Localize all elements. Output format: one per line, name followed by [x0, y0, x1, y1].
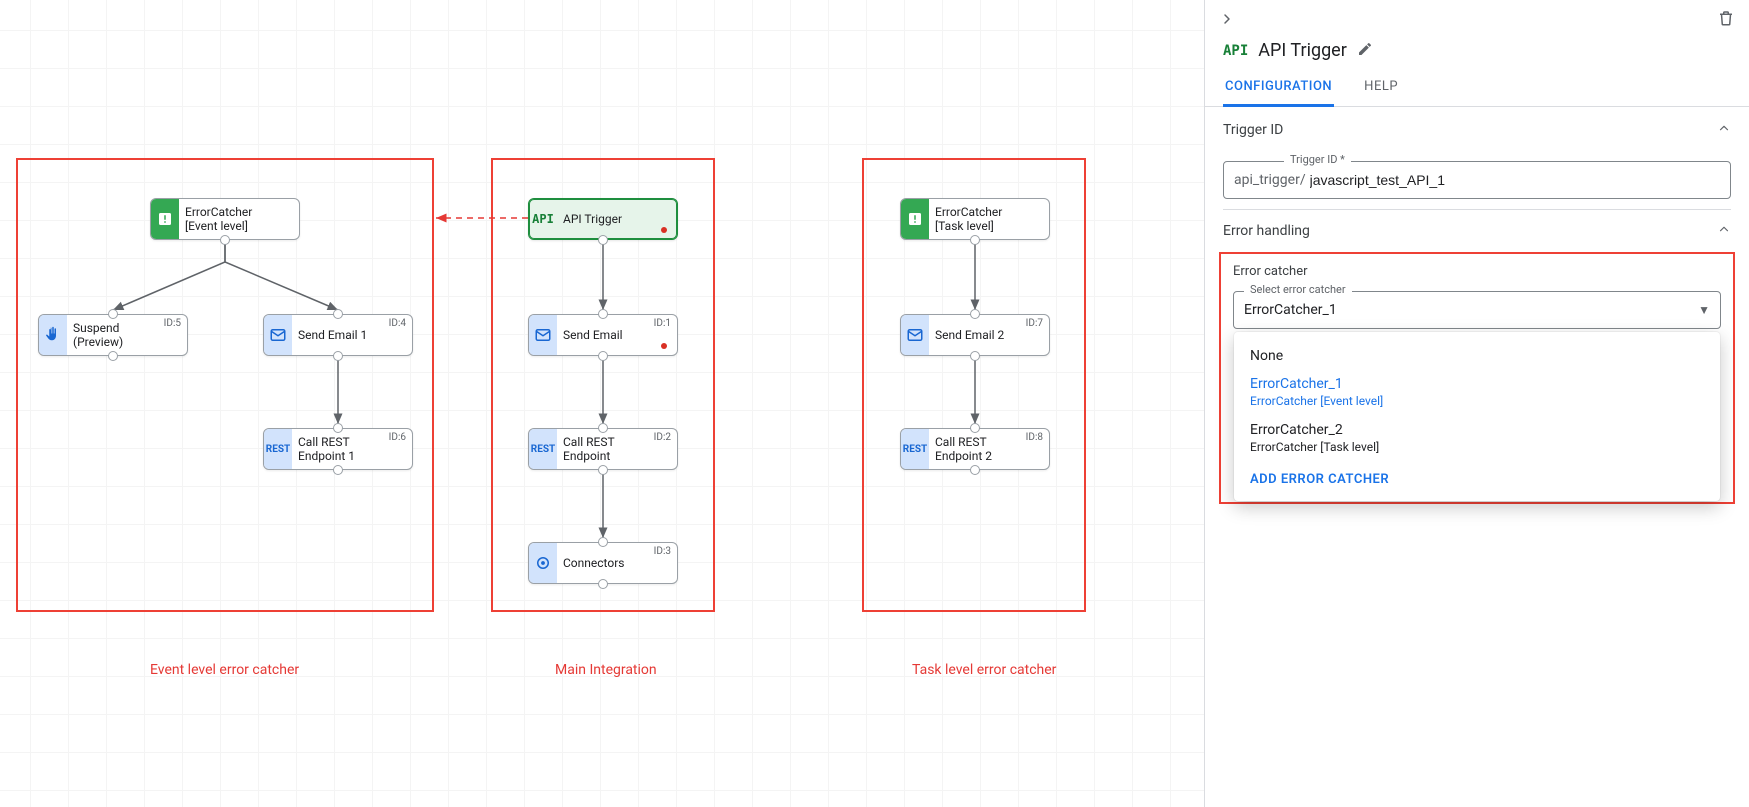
sidebar-tabs: CONFIGURATION HELP: [1205, 69, 1749, 107]
node-label: ErrorCatcher [Task level]: [929, 203, 1049, 236]
node-rest-1[interactable]: REST Call REST Endpoint 1 ID:6: [263, 428, 413, 470]
error-catcher-panel: Error catcher Select error catcher Error…: [1219, 252, 1735, 504]
error-catcher-sublabel: Error catcher: [1233, 264, 1721, 279]
region-event-label: Event level error catcher: [150, 662, 299, 678]
node-id: ID:7: [1026, 318, 1043, 329]
caret-up-icon: [1717, 222, 1731, 240]
collapse-icon[interactable]: [1219, 8, 1235, 32]
api-badge-icon: API: [1223, 43, 1248, 59]
dropdown-option-none[interactable]: None: [1234, 342, 1720, 366]
rest-icon: REST: [264, 429, 292, 469]
rest-icon: REST: [901, 429, 929, 469]
error-catcher-select[interactable]: Select error catcher ErrorCatcher_1 ▼ No…: [1233, 291, 1721, 329]
node-send-email-2[interactable]: Send Email 2 ID:7: [900, 314, 1050, 356]
caret-down-icon: ▼: [1698, 303, 1710, 317]
node-id: ID:5: [164, 318, 181, 329]
node-error-catcher-event[interactable]: ErrorCatcher [Event level]: [150, 198, 300, 240]
error-icon: [901, 199, 929, 239]
node-id: ID:4: [389, 318, 406, 329]
hand-icon: [39, 315, 67, 355]
section-trigger-id[interactable]: Trigger ID: [1223, 121, 1731, 139]
connector-icon: [529, 543, 557, 583]
node-connectors[interactable]: Connectors ID:3: [528, 542, 678, 584]
dropdown-option-1[interactable]: ErrorCatcher_1: [1234, 366, 1720, 394]
tab-configuration[interactable]: CONFIGURATION: [1223, 69, 1334, 107]
node-id: ID:8: [1026, 432, 1043, 443]
region-task-label: Task level error catcher: [912, 662, 1056, 678]
section-error-handling[interactable]: Error handling: [1223, 222, 1731, 240]
node-error-catcher-task[interactable]: ErrorCatcher [Task level]: [900, 198, 1050, 240]
warning-dot-icon: [661, 343, 667, 349]
node-id: ID:6: [389, 432, 406, 443]
edit-icon[interactable]: [1357, 41, 1373, 61]
trigger-id-input[interactable]: [1308, 171, 1720, 189]
node-label: ErrorCatcher [Event level]: [179, 203, 299, 236]
add-error-catcher-button[interactable]: ADD ERROR CATCHER: [1234, 462, 1720, 491]
api-icon: API: [529, 199, 557, 239]
rest-icon: REST: [529, 429, 557, 469]
node-send-email-1[interactable]: Send Email 1 ID:4: [263, 314, 413, 356]
sidebar: API API Trigger CONFIGURATION HELP Trigg…: [1204, 0, 1749, 807]
canvas[interactable]: Event level error catcher Main Integrati…: [0, 0, 1204, 807]
mail-icon: [901, 315, 929, 355]
caret-up-icon: [1717, 121, 1731, 139]
trigger-id-prefix: api_trigger/: [1234, 172, 1306, 188]
node-rest-2[interactable]: REST Call REST Endpoint 2 ID:8: [900, 428, 1050, 470]
node-id: ID:1: [654, 318, 671, 329]
error-catcher-dropdown: None ErrorCatcher_1 ErrorCatcher [Event …: [1234, 332, 1720, 501]
node-rest[interactable]: REST Call REST Endpoint ID:2: [528, 428, 678, 470]
error-icon: [151, 199, 179, 239]
section-trigger-id-label: Trigger ID: [1223, 122, 1283, 138]
region-main-label: Main Integration: [555, 662, 657, 678]
warning-dot-icon: [661, 227, 667, 233]
node-id: ID:3: [654, 546, 671, 557]
edges: [0, 0, 1204, 807]
node-suspend[interactable]: Suspend (Preview) ID:5: [38, 314, 188, 356]
error-catcher-selected-value: ErrorCatcher_1: [1244, 302, 1337, 318]
node-api-trigger[interactable]: API API Trigger: [528, 198, 678, 240]
mail-icon: [529, 315, 557, 355]
sidebar-title: API Trigger: [1258, 40, 1347, 61]
node-label: API Trigger: [557, 210, 677, 228]
trigger-id-field[interactable]: Trigger ID * api_trigger/: [1223, 161, 1731, 199]
node-id: ID:2: [654, 432, 671, 443]
dropdown-option-2[interactable]: ErrorCatcher_2: [1234, 416, 1720, 440]
dropdown-option-1-sub: ErrorCatcher [Event level]: [1234, 394, 1720, 416]
dropdown-option-2-sub: ErrorCatcher [Task level]: [1234, 440, 1720, 462]
trigger-id-label: Trigger ID *: [1284, 153, 1351, 166]
node-send-email[interactable]: Send Email ID:1: [528, 314, 678, 356]
delete-icon[interactable]: [1717, 9, 1735, 31]
tab-help[interactable]: HELP: [1362, 69, 1400, 107]
section-error-handling-label: Error handling: [1223, 223, 1310, 239]
mail-icon: [264, 315, 292, 355]
error-catcher-select-label: Select error catcher: [1244, 283, 1352, 296]
